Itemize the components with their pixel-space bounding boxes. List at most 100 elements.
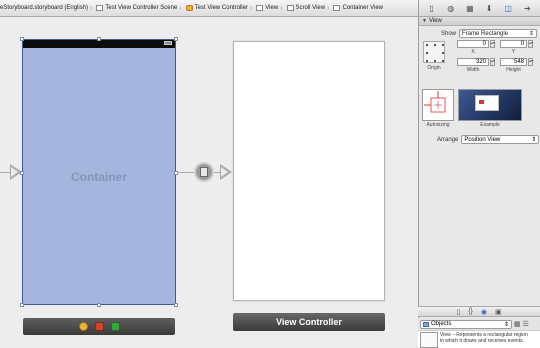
- view-object-icon: [420, 332, 438, 348]
- container-scene-dock: [23, 318, 175, 335]
- autosizing-springs-icon: [424, 91, 446, 113]
- height-stepper[interactable]: ▴▾: [528, 58, 533, 66]
- breadcrumb-view-label: View: [265, 5, 279, 11]
- library-item-view[interactable]: View – Represents a rectangular region i…: [418, 330, 540, 348]
- width-stepper[interactable]: ▴▾: [490, 58, 495, 66]
- view-controller-dock-label: View Controller: [276, 317, 342, 327]
- resize-handle[interactable]: [174, 303, 178, 307]
- storyboard-canvas[interactable]: Container View Controller: [0, 17, 418, 348]
- cube-icon[interactable]: [94, 322, 104, 331]
- show-popup[interactable]: Frame Rectangle ⇕: [459, 29, 538, 38]
- embed-segue-arrow-head: [220, 164, 232, 180]
- breadcrumb-separator: ›: [179, 4, 182, 12]
- show-popup-value: Frame Rectangle: [462, 30, 509, 37]
- file-inspector-icon[interactable]: ▯: [427, 4, 436, 13]
- container-scene[interactable]: Container: [20, 37, 178, 307]
- origin-point[interactable]: [426, 60, 428, 62]
- height-field[interactable]: 548: [500, 58, 527, 66]
- resize-handle[interactable]: [97, 37, 101, 41]
- description-line: in which it draws and receives events.: [440, 338, 524, 344]
- scroll-view-icon: [286, 5, 294, 11]
- file-template-icon[interactable]: ▯: [456, 308, 460, 316]
- media-library-icon[interactable]: ▣: [495, 308, 502, 316]
- breadcrumb-storyboard[interactable]: eStoryboard.storyboard (English): [0, 5, 88, 11]
- origin-point[interactable]: [434, 44, 436, 46]
- first-responder-icon[interactable]: [78, 322, 88, 331]
- origin-point[interactable]: [426, 52, 428, 54]
- origin-point[interactable]: [434, 60, 436, 62]
- breadcrumb-scroll-view-label: Scroll View: [295, 5, 326, 11]
- grid-view-icon[interactable]: ▦: [514, 320, 521, 328]
- height-label: Height: [506, 67, 521, 73]
- scene-icon: [96, 5, 104, 11]
- origin-point[interactable]: [442, 44, 444, 46]
- resize-handle[interactable]: [20, 303, 24, 307]
- show-label: Show: [441, 30, 457, 37]
- connections-inspector-icon[interactable]: ➔: [523, 4, 532, 13]
- container-placeholder-label: Container: [70, 170, 127, 184]
- x-field[interactable]: 0: [457, 40, 489, 48]
- breadcrumb-separator: ›: [327, 4, 330, 12]
- view-controller-dock[interactable]: View Controller: [233, 313, 385, 331]
- resize-handle[interactable]: [174, 37, 178, 41]
- example-label: Example: [480, 122, 500, 128]
- identity-inspector-icon[interactable]: ▦: [465, 4, 474, 13]
- library-item-description: View – Represents a rectangular region i…: [440, 331, 528, 348]
- popup-arrows-icon: ⇕: [531, 137, 537, 143]
- arrange-label: Arrange: [437, 136, 459, 143]
- breadcrumb-scene[interactable]: Test View Controller Scene: [94, 5, 177, 11]
- view-controller-scene[interactable]: [233, 41, 385, 301]
- arrange-popup[interactable]: Position View ⇕: [461, 135, 540, 144]
- entry-arrow-line: [0, 172, 10, 173]
- quick-help-icon[interactable]: ◍: [446, 4, 455, 13]
- autosizing-example-preview: [458, 89, 522, 121]
- breadcrumb-scroll-view[interactable]: Scroll View: [285, 5, 326, 11]
- popup-arrows-icon: ⇕: [503, 321, 509, 328]
- embed-segue-icon[interactable]: [194, 162, 214, 182]
- breadcrumb-container-view-label: Container View: [342, 5, 384, 11]
- origin-selector[interactable]: [423, 41, 445, 63]
- width-field[interactable]: 320: [457, 58, 489, 66]
- section-title: View: [428, 18, 442, 24]
- origin-point[interactable]: [442, 60, 444, 62]
- code-snippet-icon[interactable]: {}: [468, 308, 473, 315]
- disclosure-triangle-icon[interactable]: ▼: [422, 18, 427, 24]
- autosizing-control[interactable]: [422, 89, 454, 121]
- attributes-inspector-icon[interactable]: ⬇: [485, 4, 494, 13]
- arrange-popup-value: Position View: [464, 136, 501, 143]
- breadcrumb-container-view[interactable]: Container View: [331, 5, 383, 11]
- resize-handle[interactable]: [20, 37, 24, 41]
- resize-handle[interactable]: [97, 303, 101, 307]
- status-bar: [23, 40, 175, 48]
- container-view-icon: [333, 5, 341, 11]
- origin-point[interactable]: [442, 52, 444, 54]
- example-window: [475, 95, 499, 111]
- width-label: Width: [466, 67, 480, 73]
- breadcrumb-separator: ›: [249, 4, 253, 12]
- objects-icon: [423, 321, 429, 327]
- view-section-header[interactable]: ▼ View: [419, 17, 540, 26]
- breadcrumb-separator: ›: [280, 4, 283, 12]
- x-stepper[interactable]: ▴▾: [490, 40, 495, 48]
- breadcrumb-storyboard-label: eStoryboard.storyboard (English): [0, 5, 89, 11]
- origin-point[interactable]: [426, 44, 428, 46]
- library-tabs: ▯ {} ◉ ▣: [418, 306, 540, 317]
- view-controller-icon: [185, 5, 193, 11]
- jump-bar: eStoryboard.storyboard (English) › Test …: [0, 0, 418, 17]
- size-inspector-icon[interactable]: ◫: [504, 4, 513, 13]
- object-library-icon[interactable]: ◉: [481, 308, 487, 316]
- resize-handle[interactable]: [20, 171, 24, 175]
- breadcrumb-view[interactable]: View: [254, 5, 278, 11]
- battery-icon: [164, 41, 172, 45]
- exit-icon[interactable]: [110, 322, 120, 331]
- popup-arrows-icon: ⇕: [528, 31, 535, 37]
- show-row: Show Frame Rectangle ⇕: [441, 29, 538, 38]
- inspector-tabs: ▯ ◍ ▦ ⬇ ◫ ➔: [419, 0, 540, 17]
- breadcrumb-controller[interactable]: Test View Controller: [184, 5, 248, 11]
- y-field[interactable]: 0: [500, 40, 527, 48]
- breadcrumb-separator: ›: [90, 4, 93, 12]
- autosizing-label: Autosizing: [426, 122, 450, 128]
- library-filter-popup[interactable]: Objects ⇕: [420, 319, 512, 329]
- y-stepper[interactable]: ▴▾: [528, 40, 533, 48]
- list-view-icon[interactable]: ☰: [523, 320, 529, 328]
